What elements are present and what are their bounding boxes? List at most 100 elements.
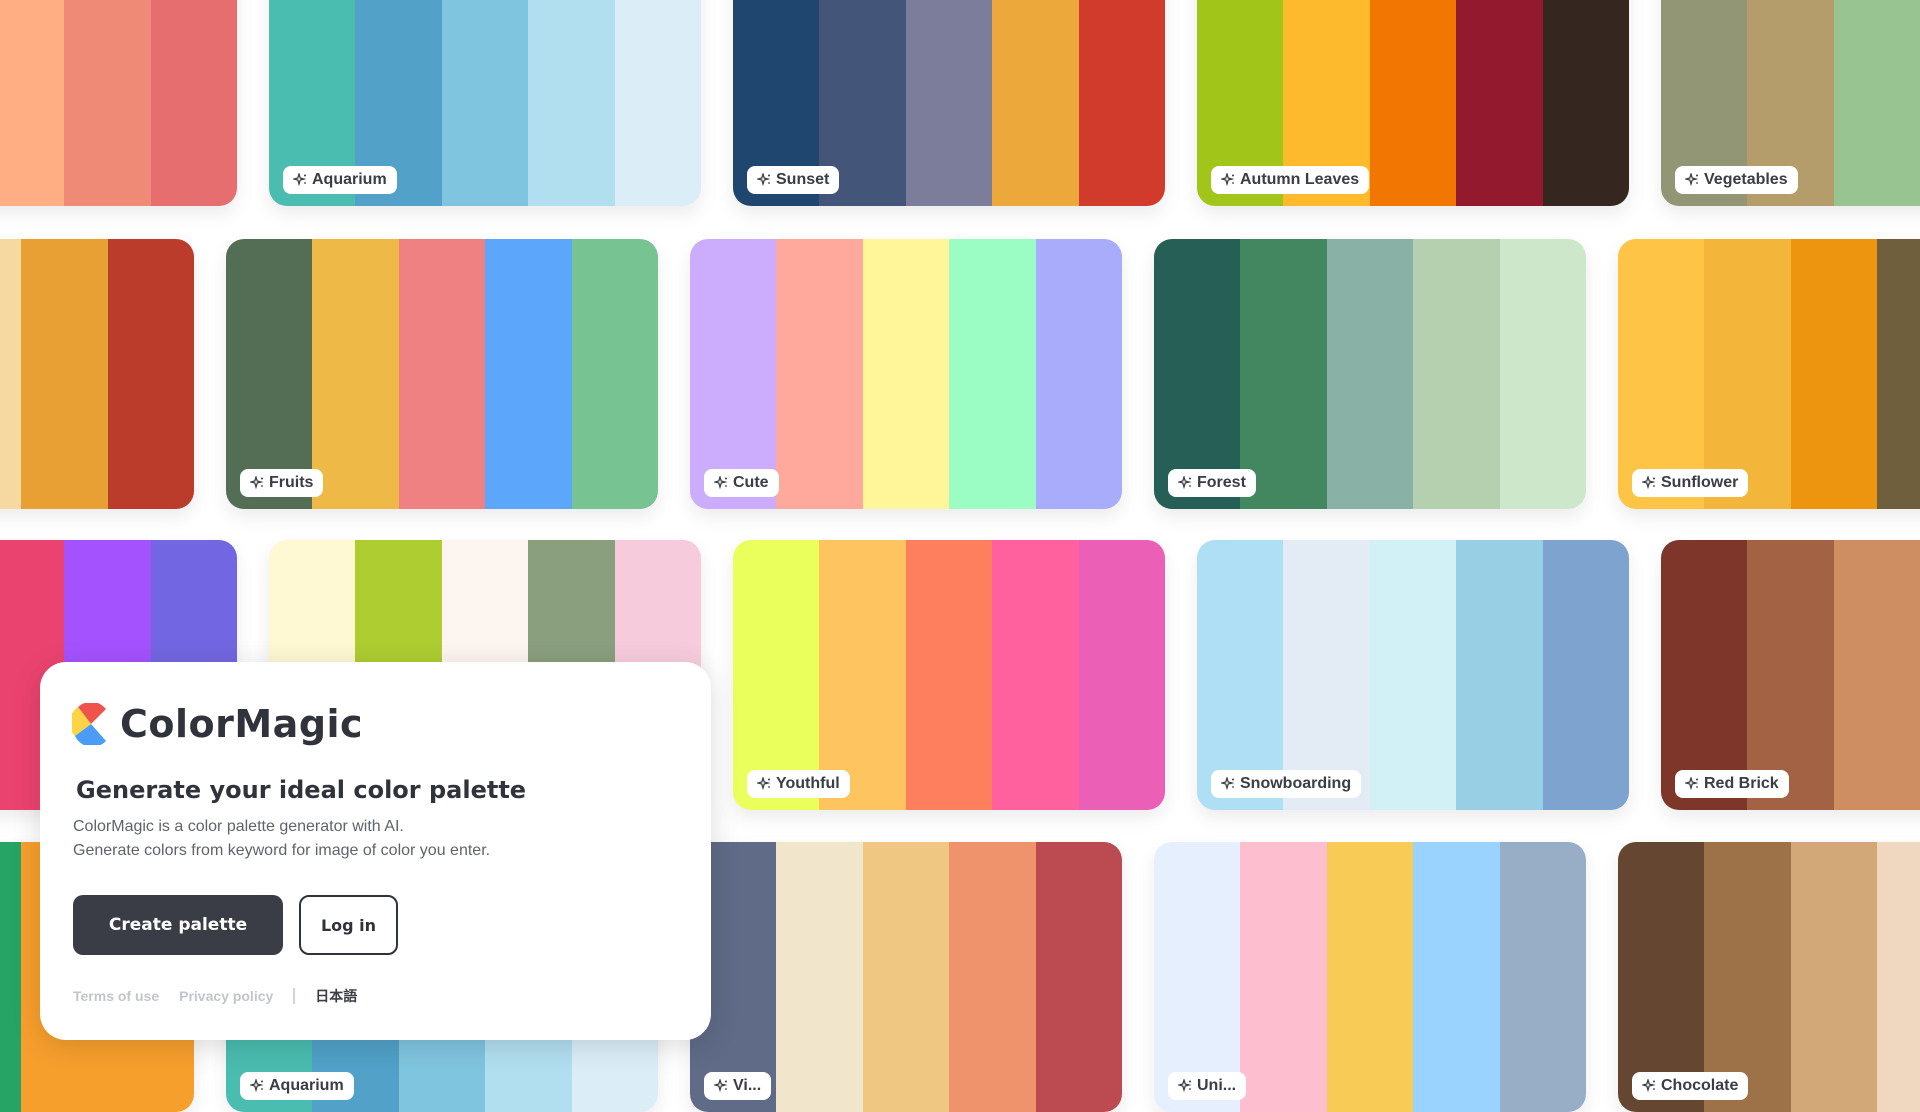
- color-swatch[interactable]: [485, 239, 572, 509]
- color-swatch[interactable]: [1035, 239, 1122, 509]
- color-swatch[interactable]: [571, 239, 658, 509]
- palette-name-tag[interactable]: Chocolate: [1632, 1072, 1749, 1100]
- color-swatch[interactable]: [776, 842, 863, 1112]
- description: ColorMagic is a color palette generator …: [73, 815, 490, 863]
- palette-name-tag[interactable]: Aquarium: [283, 166, 397, 194]
- color-swatch[interactable]: [776, 239, 863, 509]
- login-button[interactable]: Log in: [299, 895, 398, 955]
- color-swatch[interactable]: [441, 0, 529, 206]
- color-swatch[interactable]: [1790, 239, 1878, 509]
- color-swatch[interactable]: [949, 239, 1036, 509]
- color-swatch[interactable]: [398, 239, 486, 509]
- color-swatch[interactable]: [1413, 842, 1500, 1112]
- palette-card[interactable]: Cute: [690, 239, 1122, 509]
- palette-card[interactable]: Youthful: [733, 540, 1165, 810]
- color-swatch[interactable]: [21, 239, 108, 509]
- palette-name-tag[interactable]: Vegetables: [1675, 166, 1798, 194]
- privacy-link[interactable]: Privacy policy: [179, 988, 273, 1004]
- color-swatch[interactable]: [0, 239, 22, 509]
- sparkle-icon: [714, 476, 728, 490]
- color-swatch[interactable]: [1456, 0, 1543, 206]
- sparkle-icon: [1685, 777, 1699, 791]
- color-swatch[interactable]: [1035, 842, 1122, 1112]
- palette-card[interactable]: Red Brick: [1661, 540, 1920, 810]
- palette-card[interactable]: [0, 239, 194, 509]
- palette-name: Sunset: [776, 171, 830, 188]
- color-swatch[interactable]: [1369, 540, 1457, 810]
- palette-name: Forest: [1197, 474, 1246, 491]
- color-swatch[interactable]: [1790, 842, 1878, 1112]
- palette-name: Youthful: [776, 775, 840, 792]
- palette-name-tag[interactable]: Uni...: [1168, 1072, 1247, 1100]
- color-swatch[interactable]: [992, 540, 1079, 810]
- sparkle-icon: [250, 1079, 264, 1093]
- palette-card[interactable]: Chocolate: [1618, 842, 1920, 1112]
- color-swatch[interactable]: [1833, 540, 1920, 810]
- color-swatch[interactable]: [905, 540, 993, 810]
- palette-name-tag[interactable]: Snowboarding: [1211, 770, 1362, 798]
- color-swatch[interactable]: [1456, 540, 1543, 810]
- palette-card[interactable]: Vi...: [690, 842, 1122, 1112]
- color-swatch[interactable]: [1326, 842, 1414, 1112]
- color-swatch[interactable]: [949, 842, 1036, 1112]
- palette-card[interactable]: [0, 0, 237, 206]
- color-swatch[interactable]: [862, 842, 950, 1112]
- description-line-2: Generate colors from keyword for image o…: [73, 842, 491, 859]
- terms-link[interactable]: Terms of use: [73, 988, 159, 1004]
- color-swatch[interactable]: [1542, 0, 1629, 206]
- sparkle-icon: [1221, 173, 1235, 187]
- color-swatch[interactable]: [107, 239, 194, 509]
- color-swatch[interactable]: [1877, 842, 1920, 1112]
- sparkle-icon: [1178, 1079, 1192, 1093]
- palette-card[interactable]: Forest: [1154, 239, 1586, 509]
- color-swatch[interactable]: [1499, 842, 1586, 1112]
- palette-name-tag[interactable]: Youthful: [747, 770, 850, 798]
- palette-card[interactable]: Uni...: [1154, 842, 1586, 1112]
- palette-name-tag[interactable]: Cute: [704, 469, 779, 497]
- language-link[interactable]: 日本語: [315, 986, 357, 1006]
- color-swatch[interactable]: [1240, 239, 1327, 509]
- palette-name-tag[interactable]: Fruits: [240, 469, 324, 497]
- color-swatch[interactable]: [1369, 0, 1457, 206]
- footer-links: Terms of use Privacy policy 日本語: [73, 986, 357, 1006]
- color-swatch[interactable]: [312, 239, 399, 509]
- color-swatch[interactable]: [528, 0, 615, 206]
- palette-name-tag[interactable]: Red Brick: [1675, 770, 1789, 798]
- palette-card[interactable]: Fruits: [226, 239, 658, 509]
- color-swatch[interactable]: [0, 842, 22, 1112]
- palette-card[interactable]: Snowboarding: [1197, 540, 1629, 810]
- color-swatch[interactable]: [614, 0, 701, 206]
- sparkle-icon: [1642, 476, 1656, 490]
- palette-card[interactable]: Vegetables: [1661, 0, 1920, 206]
- palette-card[interactable]: Autumn Leaves: [1197, 0, 1629, 206]
- palette-name-tag[interactable]: Vi...: [704, 1072, 772, 1100]
- palette-name-tag[interactable]: Aquarium: [240, 1072, 354, 1100]
- palette-card[interactable]: Sunflower: [1618, 239, 1920, 509]
- color-swatch[interactable]: [150, 0, 237, 206]
- color-swatch[interactable]: [1078, 0, 1165, 206]
- palette-name-tag[interactable]: Forest: [1168, 469, 1256, 497]
- color-swatch[interactable]: [1326, 239, 1414, 509]
- sparkle-icon: [714, 1079, 728, 1093]
- create-palette-button[interactable]: Create palette: [73, 895, 283, 955]
- palette-name: Vegetables: [1704, 171, 1788, 188]
- palette-name-tag[interactable]: Sunset: [747, 166, 840, 194]
- color-swatch[interactable]: [1078, 540, 1165, 810]
- color-swatch[interactable]: [992, 0, 1079, 206]
- color-swatch[interactable]: [1499, 239, 1586, 509]
- color-swatch[interactable]: [1240, 842, 1327, 1112]
- color-swatch[interactable]: [1413, 239, 1500, 509]
- palette-name-tag[interactable]: Autumn Leaves: [1211, 166, 1370, 194]
- color-swatch[interactable]: [64, 0, 151, 206]
- color-swatch[interactable]: [1833, 0, 1920, 206]
- palette-card[interactable]: Aquarium: [269, 0, 701, 206]
- description-line-1: ColorMagic is a color palette generator …: [73, 818, 404, 835]
- brand-logo[interactable]: ColorMagic: [72, 702, 363, 746]
- color-swatch[interactable]: [905, 0, 993, 206]
- palette-name-tag[interactable]: Sunflower: [1632, 469, 1749, 497]
- color-swatch[interactable]: [1542, 540, 1629, 810]
- color-swatch[interactable]: [0, 0, 65, 206]
- color-swatch[interactable]: [862, 239, 950, 509]
- color-swatch[interactable]: [1877, 239, 1920, 509]
- palette-card[interactable]: Sunset: [733, 0, 1165, 206]
